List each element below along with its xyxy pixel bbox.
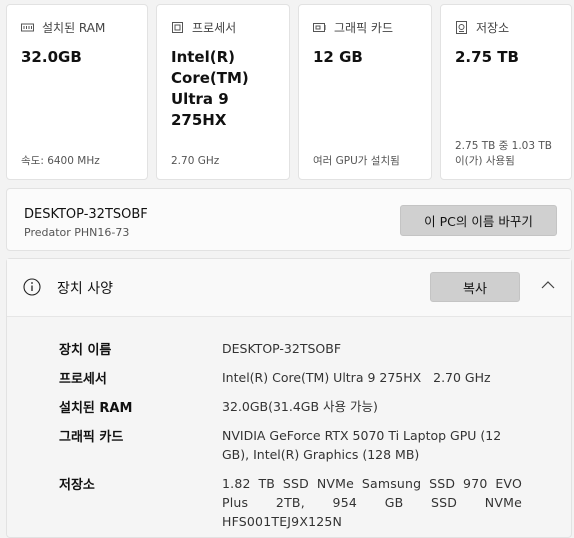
storage-card: 저장소 2.75 TB 2.75 TB 중 1.03 TB 이(가) 사용됨 bbox=[440, 4, 572, 180]
device-specs-panel: 장치 사양 복사 장치 이름 DESKTOP-32TSOBF 프로세서 Inte… bbox=[6, 258, 572, 538]
processor-card-subtitle: 2.70 GHz bbox=[171, 155, 220, 167]
spec-value: NVIDIA GeForce RTX 5070 Ti Laptop GPU (1… bbox=[222, 428, 502, 462]
rename-pc-button[interactable]: 이 PC의 이름 바꾸기 bbox=[400, 205, 557, 236]
spec-value: Intel(R) Core(TM) Ultra 9 275HX 2.70 GHz bbox=[222, 370, 491, 385]
chevron-up-icon[interactable] bbox=[540, 279, 556, 291]
spec-label: 그래픽 카드 bbox=[59, 430, 124, 445]
graphics-card-header: 그래픽 카드 bbox=[313, 19, 393, 36]
graphics-card-value: 12 GB bbox=[313, 48, 363, 66]
storage-icon bbox=[456, 21, 467, 34]
device-specs-header[interactable]: 장치 사양 복사 bbox=[7, 259, 571, 317]
spec-value: 1.82 TB SSD NVMe Samsung SSD 970 EVO Plu… bbox=[222, 476, 522, 529]
device-specs-title: 장치 사양 bbox=[57, 281, 113, 297]
ram-card-title: 설치된 RAM bbox=[42, 21, 106, 35]
spec-label: 설치된 RAM bbox=[59, 401, 133, 416]
spec-label: 저장소 bbox=[59, 478, 95, 493]
processor-card-value: Intel(R) Core(TM) Ultra 9 275HX bbox=[171, 48, 249, 129]
ram-card: 설치된 RAM 32.0GB 속도: 6400 MHz bbox=[6, 4, 148, 180]
processor-card-title: 프로세서 bbox=[192, 21, 237, 35]
spec-label: 장치 이름 bbox=[59, 343, 112, 358]
graphics-card-icon bbox=[313, 23, 326, 32]
info-icon bbox=[23, 278, 41, 296]
copy-button[interactable]: 복사 bbox=[430, 272, 520, 302]
processor-card: 프로세서 Intel(R) Core(TM) Ultra 9 275HX 2.7… bbox=[156, 4, 290, 180]
storage-card-title: 저장소 bbox=[476, 21, 510, 35]
processor-icon bbox=[172, 22, 183, 33]
graphics-card: 그래픽 카드 12 GB 여러 GPU가 설치됨 bbox=[298, 4, 432, 180]
pc-name: DESKTOP-32TSOBF bbox=[24, 207, 148, 222]
graphics-card-title: 그래픽 카드 bbox=[334, 21, 394, 35]
spec-label: 프로세서 bbox=[59, 372, 107, 387]
graphics-card-subtitle: 여러 GPU가 설치됨 bbox=[313, 155, 400, 167]
spec-value: DESKTOP-32TSOBF bbox=[222, 341, 342, 356]
ram-card-header: 설치된 RAM bbox=[21, 19, 105, 36]
ram-icon bbox=[21, 23, 34, 32]
ram-card-subtitle: 속도: 6400 MHz bbox=[21, 155, 100, 167]
storage-card-subtitle: 2.75 TB 중 1.03 TB 이(가) 사용됨 bbox=[455, 140, 553, 167]
pc-model: Predator PHN16-73 bbox=[24, 226, 130, 239]
spec-value: 32.0GB(31.4GB 사용 가능) bbox=[222, 399, 378, 414]
storage-card-header: 저장소 bbox=[455, 19, 509, 36]
pc-name-panel: DESKTOP-32TSOBF Predator PHN16-73 이 PC의 … bbox=[6, 188, 572, 251]
ram-card-value: 32.0GB bbox=[21, 48, 82, 66]
storage-card-value: 2.75 TB bbox=[455, 48, 519, 66]
processor-card-header: 프로세서 bbox=[171, 19, 236, 36]
